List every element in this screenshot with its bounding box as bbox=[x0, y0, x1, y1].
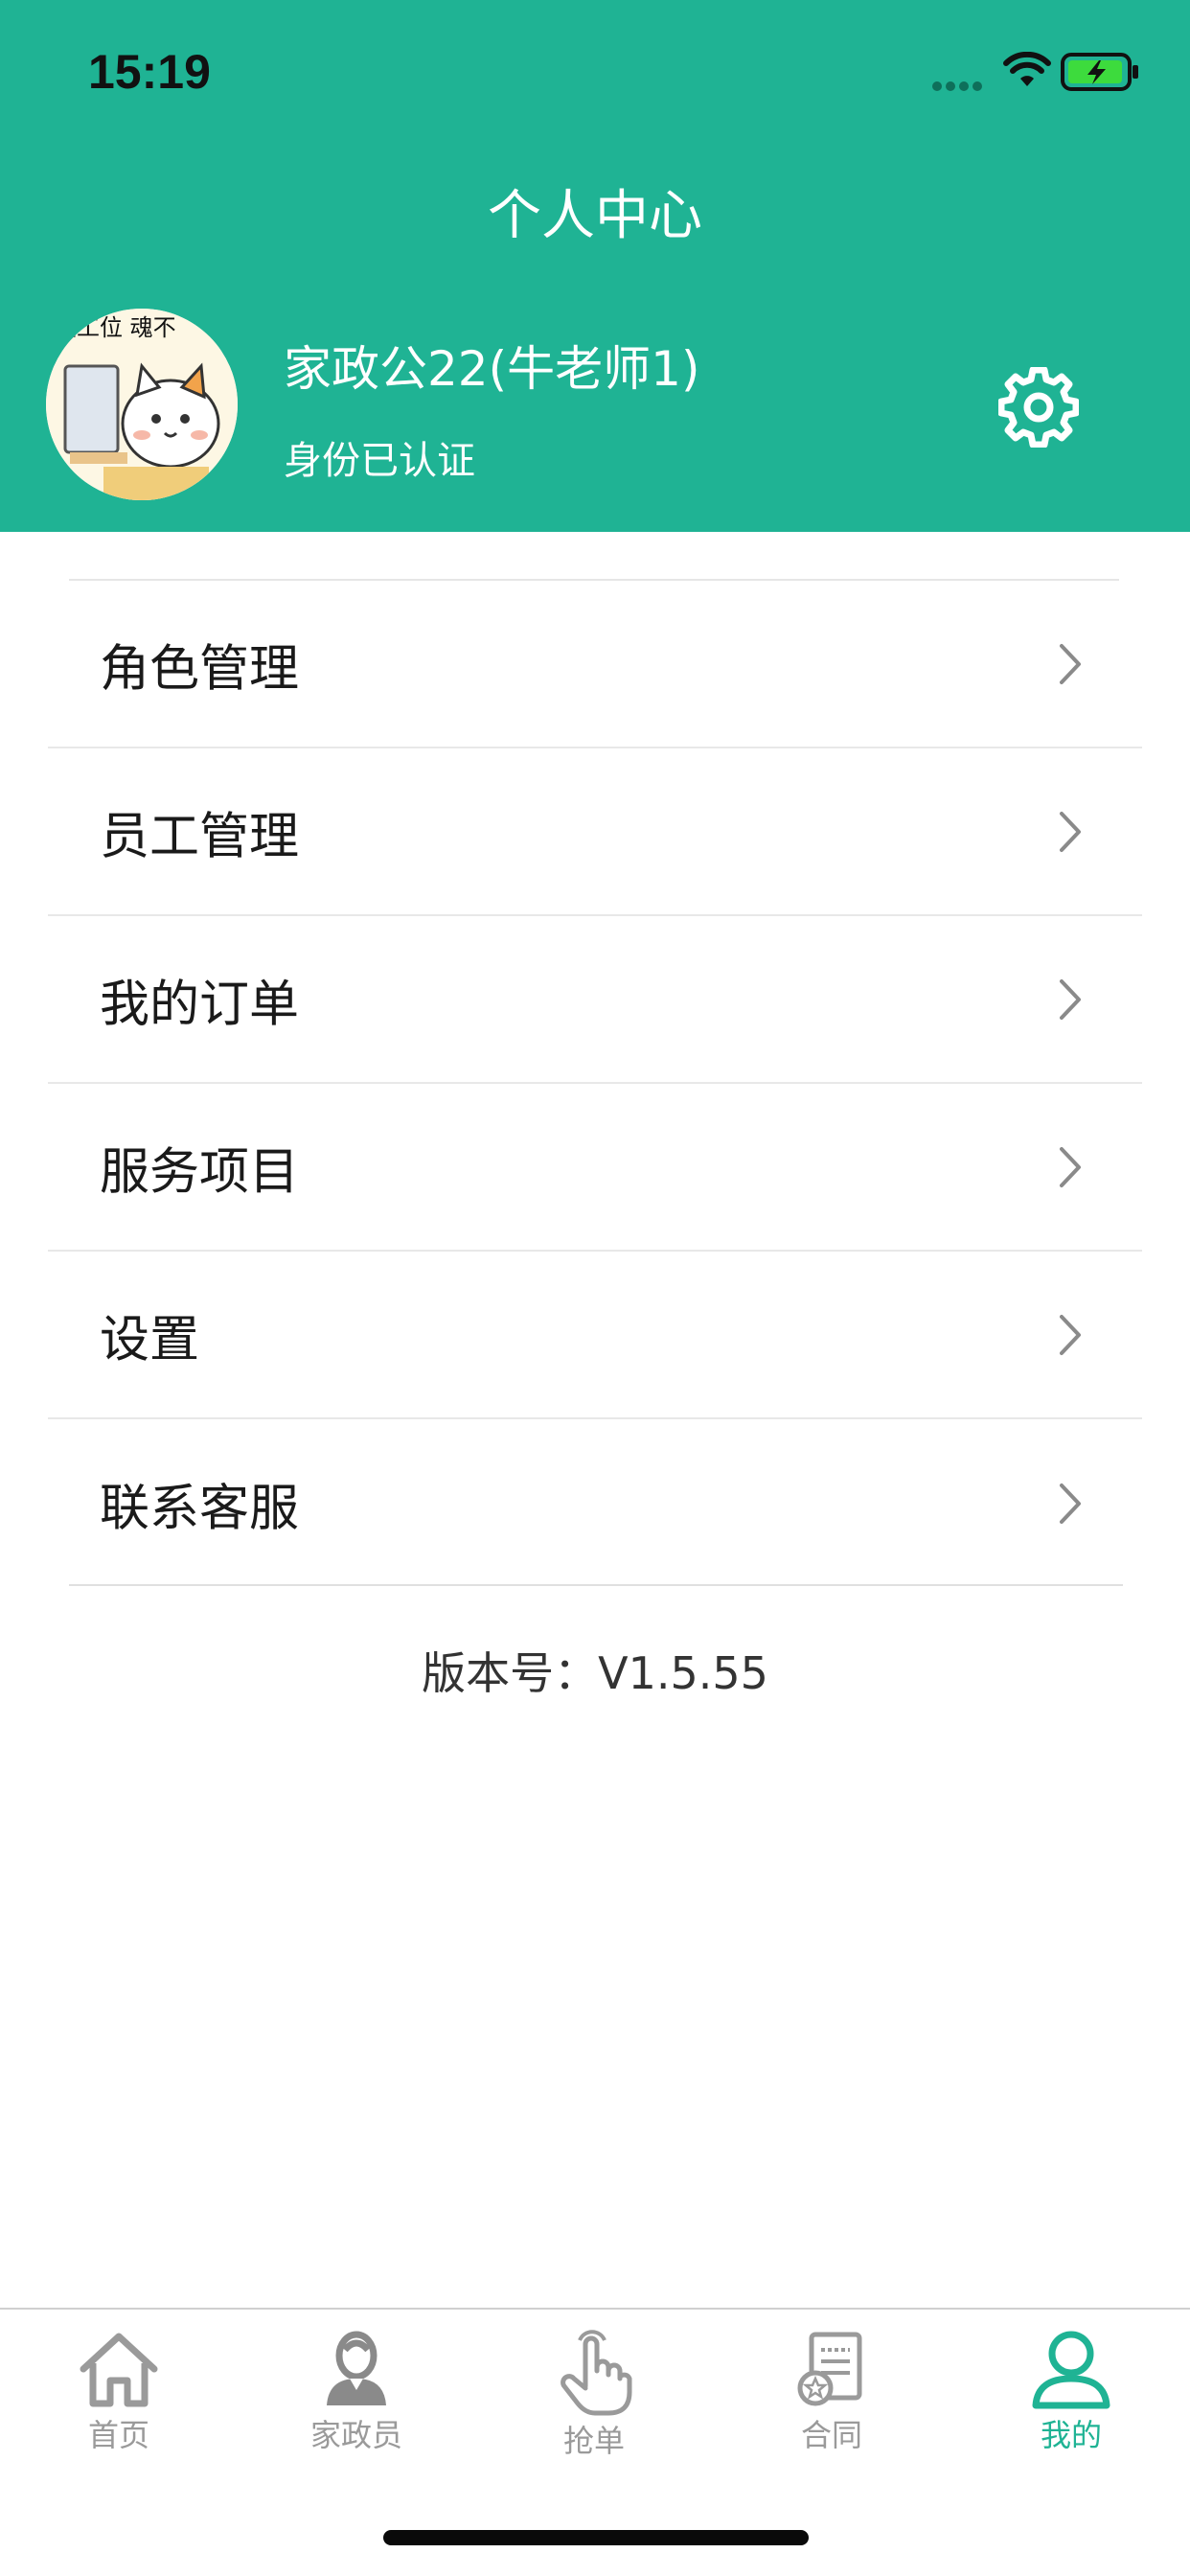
menu-item-services[interactable]: 服务项目 bbox=[48, 1084, 1142, 1252]
tab-grab-order[interactable]: 抢单 bbox=[475, 2329, 713, 2472]
menu-item-label: 我的订单 bbox=[100, 976, 300, 1033]
menu-bottom-divider bbox=[69, 1584, 1123, 1586]
chevron-right-icon bbox=[1060, 1146, 1081, 1187]
home-icon bbox=[80, 2333, 158, 2407]
tab-profile[interactable]: 我的 bbox=[952, 2329, 1190, 2472]
menu-item-contact-support[interactable]: 联系客服 bbox=[48, 1419, 1142, 1587]
version-text: 版本号：V1.5.55 bbox=[422, 1647, 768, 1699]
tap-hand-icon bbox=[561, 2330, 632, 2416]
verification-status: 身份已认证 bbox=[284, 439, 475, 483]
tab-contract[interactable]: 合同 bbox=[713, 2329, 950, 2472]
menu-item-label: 员工管理 bbox=[100, 808, 300, 865]
chevron-right-icon bbox=[1060, 811, 1081, 852]
gear-icon[interactable] bbox=[998, 367, 1079, 448]
menu-item-label: 设置 bbox=[100, 1311, 200, 1368]
wifi-icon bbox=[1003, 52, 1051, 86]
tab-home[interactable]: 首页 bbox=[0, 2329, 238, 2472]
menu-item-settings[interactable]: 设置 bbox=[48, 1252, 1142, 1419]
tab-housekeeper[interactable]: 家政员 bbox=[238, 2329, 475, 2472]
profile-icon bbox=[1032, 2331, 1110, 2409]
menu-item-role-management[interactable]: 角色管理 bbox=[48, 581, 1142, 748]
avatar-caption: 在工位 魂不 bbox=[54, 314, 176, 341]
chevron-right-icon bbox=[1060, 978, 1081, 1020]
menu-item-label: 联系客服 bbox=[100, 1480, 300, 1537]
menu-item-label: 服务项目 bbox=[100, 1143, 300, 1201]
avatar[interactable]: 在工位 魂不 bbox=[46, 309, 238, 500]
status-time: 15:19 bbox=[88, 45, 211, 99]
battery-icon bbox=[1061, 53, 1138, 91]
menu-item-label: 角色管理 bbox=[100, 640, 300, 698]
tab-label: 首页 bbox=[87, 2417, 149, 2453]
contract-icon bbox=[797, 2332, 862, 2406]
tab-label: 抢单 bbox=[562, 2423, 625, 2459]
home-indicator[interactable] bbox=[383, 2530, 809, 2545]
menu-item-staff-management[interactable]: 员工管理 bbox=[48, 748, 1142, 916]
page-title: 个人中心 bbox=[488, 185, 702, 247]
chevron-right-icon bbox=[1060, 1314, 1081, 1355]
tab-label: 合同 bbox=[800, 2417, 862, 2453]
profile-header: 15:19 个人中心 在工位 魂不 家政公22(牛老师1) 身份已认证 bbox=[0, 0, 1190, 532]
tab-label: 家政员 bbox=[309, 2417, 402, 2453]
housekeeper-icon bbox=[327, 2331, 386, 2405]
user-name: 家政公22(牛老师1) bbox=[284, 341, 700, 397]
signal-icon bbox=[932, 81, 982, 91]
menu-item-my-orders[interactable]: 我的订单 bbox=[48, 916, 1142, 1084]
tab-label: 我的 bbox=[1040, 2417, 1102, 2453]
chevron-right-icon bbox=[1060, 643, 1081, 684]
chevron-right-icon bbox=[1060, 1483, 1081, 1524]
